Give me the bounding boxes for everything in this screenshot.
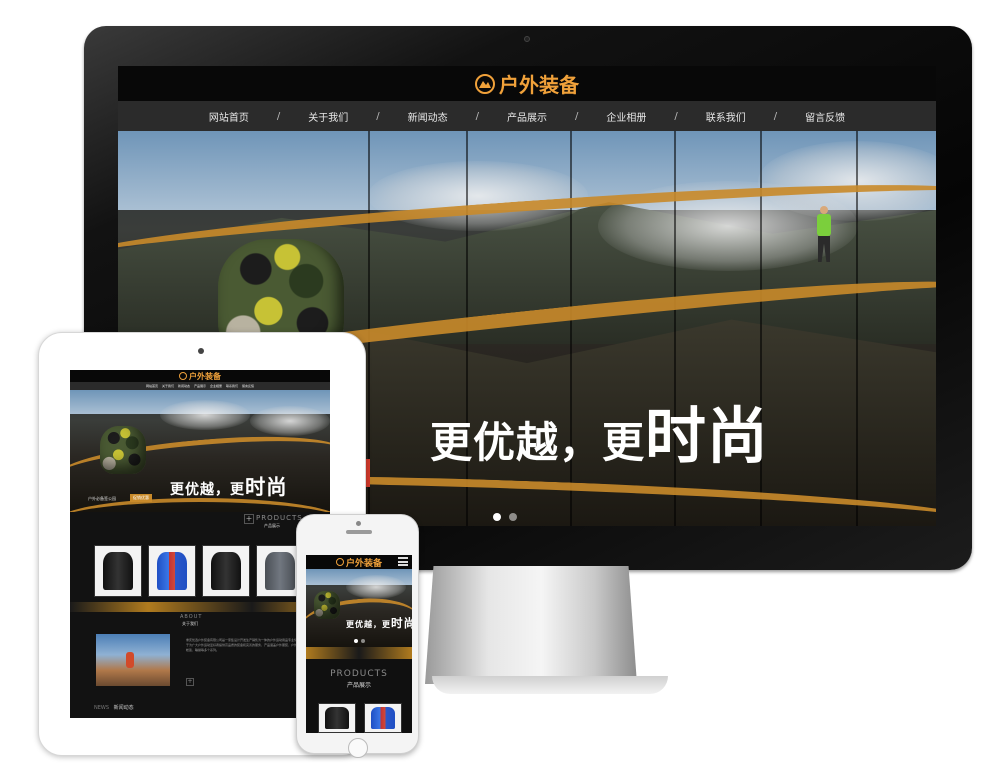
tablet-products-title: PRODUCTS [256,514,303,522]
tablet-nav: 网站首页 关于我们 新闻动态 产品展示 企业相册 联系我们 留言反馈 [70,382,330,390]
tablet-hero: 更优越，更时尚 户外必备签公园 促销优惠 [70,390,330,512]
site-logo-text[interactable]: 户外装备 [499,69,579,98]
backpack-image [314,591,340,619]
tablet-products-sub: 产品展示 [264,523,280,528]
home-button[interactable] [348,738,368,758]
slider-dot[interactable] [509,513,517,521]
site-header: 户外装备 [118,66,936,101]
tablet-screen: 户外装备 网站首页 关于我们 新闻动态 产品展示 企业相册 联系我们 留言反馈 … [70,370,330,718]
plus-icon[interactable]: + [186,678,194,686]
tablet-logo-text[interactable]: 户外装备 [189,371,221,382]
mountain-icon [335,558,344,566]
runner-figure [126,652,134,668]
hero-slogan-part2: 时尚 [391,616,412,630]
hero-cloud [160,400,250,430]
nav-item-home[interactable]: 网站首页 [181,109,277,124]
tablet-news-title: NEWS [94,705,110,711]
tablet-hero-slogan: 更优越，更时尚 [170,470,288,500]
nav-item-products[interactable]: 产品展示 [479,109,575,124]
product-card[interactable] [364,703,402,733]
tablet-nav-item[interactable]: 网站首页 [146,384,158,388]
hero-slogan: 更优越，更时尚 [430,386,769,475]
tablet-news-sub: 新闻动态 [113,705,134,711]
tablet-nav-item[interactable]: 企业相册 [210,384,222,388]
hamburger-icon[interactable] [398,557,408,566]
webcam-icon [524,36,530,42]
product-card[interactable] [202,545,250,597]
tablet-about-title: ABOUT [180,614,203,620]
slider-dots [493,513,517,521]
hero-slogan-part1: 更优越，更 [170,482,245,498]
phone-camera-icon [356,521,361,526]
hero-slogan-part2: 时尚 [645,401,769,472]
tablet-about-sub: 关于我们 [182,621,198,626]
nav-item-album[interactable]: 企业相册 [578,109,674,124]
monitor-stand-base [432,676,668,694]
tablet-hero-caption: 户外必备签公园 [88,496,116,501]
tablet-nav-item[interactable]: 留言反馈 [242,384,254,388]
tablet-about-text: 重庆优选户外装备有限公司是一家集设计开发生产销售为一体的户外运动用品专业化公司，… [186,638,313,652]
tablet-camera-icon [198,348,204,354]
about-image [96,634,170,686]
mountain-icon [179,372,187,380]
product-card[interactable] [94,545,142,597]
hero-cloud [250,406,330,436]
phone-hero: 更优越，更时尚 [306,569,412,647]
tablet-news-header: NEWS 新闻动态 [94,704,134,711]
slider-dot[interactable] [354,639,358,643]
tablet-nav-item[interactable]: 新闻动态 [178,384,190,388]
backpack-image [100,426,146,474]
hero-slogan-part2: 时尚 [245,475,288,499]
phone-logo-text[interactable]: 户外装备 [346,556,382,569]
tablet-nav-item[interactable]: 关于我们 [162,384,174,388]
main-nav: 网站首页 / 关于我们 / 新闻动态 / 产品展示 / 企业相册 / 联系我们 … [118,101,936,131]
slider-dot[interactable] [361,639,365,643]
hero-slogan-part1: 更优越，更 [430,418,646,467]
tablet-divider-wave [70,602,330,612]
nav-item-news[interactable]: 新闻动态 [380,109,476,124]
tablet-nav-item[interactable]: 产品展示 [194,384,206,388]
tablet-nav-item[interactable]: 联系我们 [226,384,238,388]
slider-dot[interactable] [493,513,501,521]
tablet-site-header: 户外装备 [70,370,330,382]
tablet-hero-button[interactable]: 促销优惠 [130,494,152,502]
phone-products-title: PRODUCTS [330,669,388,679]
phone-slider-dots [354,639,365,643]
phone-screen: 户外装备 更优越，更时尚 PRODUCTS 产品展示 [306,555,412,733]
mountain-icon [475,73,495,94]
product-card[interactable] [318,703,356,733]
phone-hero-slogan: 更优越，更时尚 [346,615,412,631]
hero-cloud [346,575,406,599]
hiker-image [813,206,835,262]
phone-products-sub: 产品展示 [346,682,371,689]
device-mockup-scene: 户外装备 网站首页 / 关于我们 / 新闻动态 / 产品展示 / 企业相册 / … [0,0,1000,782]
nav-item-feedback[interactable]: 留言反馈 [777,109,873,124]
phone-device: 户外装备 更优越，更时尚 PRODUCTS 产品展示 [296,514,419,758]
phone-site-header: 户外装备 [306,555,412,569]
plus-icon[interactable]: + [244,514,254,524]
phone-speaker [346,530,372,534]
hero-slogan-part1: 更优越，更 [346,620,391,629]
phone-divider-wave [306,647,412,659]
monitor-stand [425,566,637,684]
nav-item-about[interactable]: 关于我们 [280,109,376,124]
product-card[interactable] [148,545,196,597]
nav-item-contact[interactable]: 联系我们 [678,109,774,124]
